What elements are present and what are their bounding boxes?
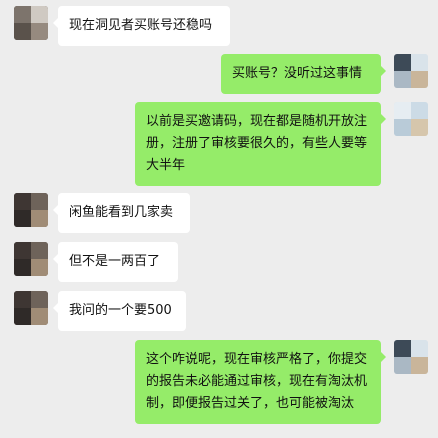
message-text: 现在洞见者买账号还稳吗: [69, 18, 213, 33]
incoming-message-bubble[interactable]: 我问的一个要500: [53, 291, 186, 331]
outgoing-message-bubble[interactable]: 这个咋说呢，现在审核严格了，你提交的报告未必能通过审核，现在有淘汰机制，即便报告…: [135, 340, 386, 424]
self-avatar-icon[interactable]: [394, 54, 428, 88]
message-text: 以前是买邀请码，现在都是随机开放注册，注册了审核要很久的，有些人要等大半年: [146, 114, 368, 173]
incoming-message-bubble[interactable]: 闲鱼能看到几家卖: [53, 193, 190, 233]
contact-avatar-icon[interactable]: [14, 242, 48, 276]
message-text: 这个咋说呢，现在审核严格了，你提交的报告未必能通过审核，现在有淘汰机制，即便报告…: [146, 352, 368, 411]
incoming-message-bubble[interactable]: 现在洞见者买账号还稳吗: [53, 6, 230, 46]
incoming-message-bubble[interactable]: 但不是一两百了: [53, 242, 178, 282]
self-avatar-icon[interactable]: [394, 340, 428, 374]
outgoing-message-bubble[interactable]: 买账号？没听过这事情: [221, 54, 386, 94]
outgoing-message-bubble[interactable]: 以前是买邀请码，现在都是随机开放注册，注册了审核要很久的，有些人要等大半年: [135, 102, 386, 186]
message-text: 我问的一个要500: [69, 303, 172, 318]
contact-avatar-icon[interactable]: [14, 6, 48, 40]
chat-window: 现在洞见者买账号还稳吗 买账号？没听过这事情 以前是买邀请码，现在都是随机开放注…: [0, 0, 438, 438]
contact-avatar-icon[interactable]: [14, 291, 48, 325]
contact-avatar-icon[interactable]: [14, 193, 48, 227]
message-text: 闲鱼能看到几家卖: [69, 205, 174, 220]
self-avatar-icon[interactable]: [394, 102, 428, 136]
message-text: 但不是一两百了: [69, 254, 161, 269]
message-text: 买账号？没听过这事情: [232, 66, 363, 81]
